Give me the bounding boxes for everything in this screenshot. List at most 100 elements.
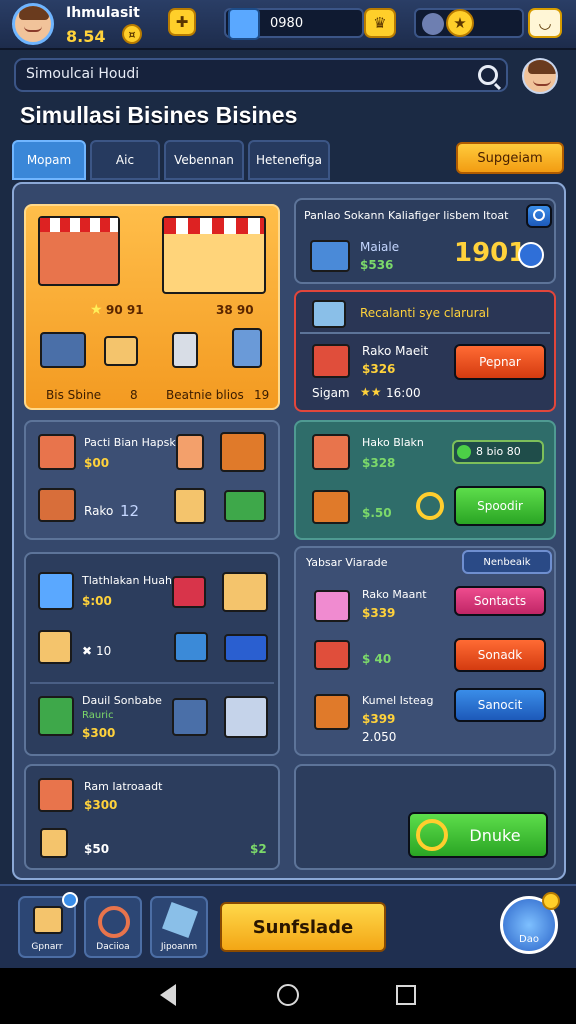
refresh-ring-icon[interactable] xyxy=(416,492,444,520)
nav-daciioa-label: Daciioa xyxy=(96,942,130,952)
stars-icon: ★★ xyxy=(360,385,382,399)
gems-chip: 0980 xyxy=(224,8,364,40)
box-icon xyxy=(38,630,72,664)
cube-icon xyxy=(174,632,208,662)
flowers-icon xyxy=(314,640,350,670)
lower-right-row1-price: $339 xyxy=(362,606,396,620)
shop-bag-icon[interactable]: ◡ xyxy=(528,8,562,38)
crown-icon[interactable]: ♛ xyxy=(364,8,396,38)
mid-left-count: 12 xyxy=(120,502,140,520)
bottom-right-button[interactable]: Dnuke xyxy=(408,812,548,858)
special-stars: 16:00 xyxy=(386,386,421,400)
special-item-price: $326 xyxy=(362,362,396,376)
box-icon xyxy=(33,906,63,934)
lower-right-row2-price: $ 40 xyxy=(362,652,392,666)
info-big-number: 1901 xyxy=(454,238,527,268)
pot-icon xyxy=(172,576,206,608)
special-button[interactable]: Pepnar xyxy=(454,344,546,380)
store-icon xyxy=(38,434,76,470)
lower-left-panel[interactable]: Tlathlakan Huahs $:00 ✖ 10 Dauil Sonbabe… xyxy=(24,552,280,756)
bottom-left-title: Ram Iatroaadt xyxy=(84,780,163,793)
check-icon xyxy=(457,445,471,459)
info-item-price: $536 xyxy=(360,258,394,272)
shop-item-left-count: 8 xyxy=(130,388,138,402)
page-title: Simullasi Bisines Bisines xyxy=(20,102,298,128)
lower-right-panel[interactable]: Yabsar Viarade Nenbeaik Rako Maant $339 … xyxy=(294,546,556,756)
package-icon xyxy=(312,490,350,524)
money-value: 8.54 xyxy=(66,27,106,46)
blocks-icon xyxy=(314,694,350,730)
mid-right-panel[interactable]: Hako Blakn $328 8 bio 80 $.50 Spoodir xyxy=(294,420,556,540)
bottom-right-button-label: Dnuke xyxy=(469,825,521,845)
machine-icon xyxy=(232,328,262,368)
settings-icon xyxy=(98,906,130,938)
nav-gpnarr[interactable]: Gpnarr xyxy=(18,892,78,958)
lower-right-header-button[interactable]: Nenbeaik xyxy=(462,550,552,574)
tab-hetenefiga[interactable]: Hetenefiga xyxy=(248,140,330,180)
tab-vebennan[interactable]: Vebennan xyxy=(164,140,244,180)
main-action-button[interactable]: Sunfslade xyxy=(220,902,386,952)
trash-icon xyxy=(172,332,198,368)
info-badge-icon[interactable] xyxy=(518,242,544,268)
recents-icon[interactable] xyxy=(396,985,416,1005)
nav-jipoanm-label: Jipoanm xyxy=(160,942,198,952)
info-header: Panlao Sokann Kaliafiger lisbem Itoat xyxy=(304,209,509,222)
corner-badge-icon xyxy=(542,892,560,910)
tab-mopam[interactable]: Mopam xyxy=(12,140,86,180)
store-building-icon xyxy=(38,216,120,286)
search-value: Simoulcai Houdi xyxy=(26,66,140,82)
lower-right-row3-price: $399 xyxy=(362,712,396,726)
lower-right-row1-button[interactable]: Sontacts xyxy=(454,586,546,616)
player-avatar[interactable] xyxy=(12,3,54,45)
cash-icon xyxy=(224,490,266,522)
puzzle-icon xyxy=(162,902,198,938)
profile-avatar[interactable] xyxy=(522,58,558,94)
laptop-icon xyxy=(40,332,86,368)
mid-left-panel[interactable]: Pacti Bian Hapsk $00 Rako 12 xyxy=(24,420,280,540)
mid-right-button[interactable]: Spoodir xyxy=(454,486,546,526)
info-panel[interactable]: Panlao Sokann Kaliafiger lisbem Itoat Ma… xyxy=(294,198,556,284)
nav-jipoanm[interactable]: Jipoanm xyxy=(150,896,208,958)
shop-stat-left: 90 91 xyxy=(106,303,144,317)
lower-left-row3-title: Dauil Sonbabe xyxy=(82,694,162,707)
nav-daciioa[interactable]: Daciioa xyxy=(84,896,142,958)
food-basket-icon xyxy=(38,488,76,522)
stall-icon xyxy=(38,696,74,736)
search-input[interactable]: Simoulcai Houdi xyxy=(14,58,508,92)
mid-left-price: $00 xyxy=(84,456,110,470)
special-panel[interactable]: Recalanti sye clarural Rako Maeit $326 S… xyxy=(294,290,556,412)
refresh-ring-icon xyxy=(416,819,448,851)
support-button[interactable]: Supgeiam xyxy=(456,142,564,174)
back-icon[interactable] xyxy=(160,984,176,1006)
tab-aic[interactable]: Aic xyxy=(90,140,160,180)
star-icon: ★ xyxy=(90,302,103,318)
bottom-bar: Gpnarr Daciioa Jipoanm Sunfslade Dao xyxy=(0,884,576,968)
server-icon xyxy=(224,696,268,738)
lower-right-row2-button[interactable]: Sonadk xyxy=(454,638,546,672)
lower-right-row3-name: Kumel Isteag xyxy=(362,694,434,707)
handbag-icon xyxy=(314,590,350,622)
lower-left-row3-sub: Rauric xyxy=(82,710,114,721)
mid-right-title: Hako Blakn xyxy=(362,436,424,449)
info-search-button[interactable] xyxy=(526,204,552,228)
shop-panel[interactable]: ★ 90 91 38 90 Bis Sbine 8 Beatnie blios … xyxy=(24,204,280,410)
truck-icon xyxy=(312,434,350,470)
box-icon xyxy=(104,336,138,366)
hammer-icon[interactable]: ✚ xyxy=(168,8,196,36)
search-icon[interactable] xyxy=(478,65,498,85)
mid-right-badge-text: 8 bio 80 xyxy=(476,445,521,458)
bottom-left-panel[interactable]: Ram Iatroaadt $300 $50 $2 xyxy=(24,764,280,870)
mid-left-title: Pacti Bian Hapsk xyxy=(84,436,176,449)
mid-left-item-name: Rako xyxy=(84,504,114,518)
lower-right-row3-button[interactable]: Sanocit xyxy=(454,688,546,722)
shop-item-right: Beatnie blios xyxy=(166,388,244,402)
friends-chip[interactable]: ★ xyxy=(414,8,524,38)
divider xyxy=(300,332,550,334)
mid-right-badge: 8 bio 80 xyxy=(452,440,544,464)
notification-badge xyxy=(62,892,78,908)
shop-item-left: Bis Sbine xyxy=(46,388,102,402)
food-crate-icon xyxy=(222,572,268,612)
player-name: Ihmulasit xyxy=(66,5,140,21)
home-icon[interactable] xyxy=(277,984,299,1006)
shop-item-right-count: 19 xyxy=(254,388,270,402)
